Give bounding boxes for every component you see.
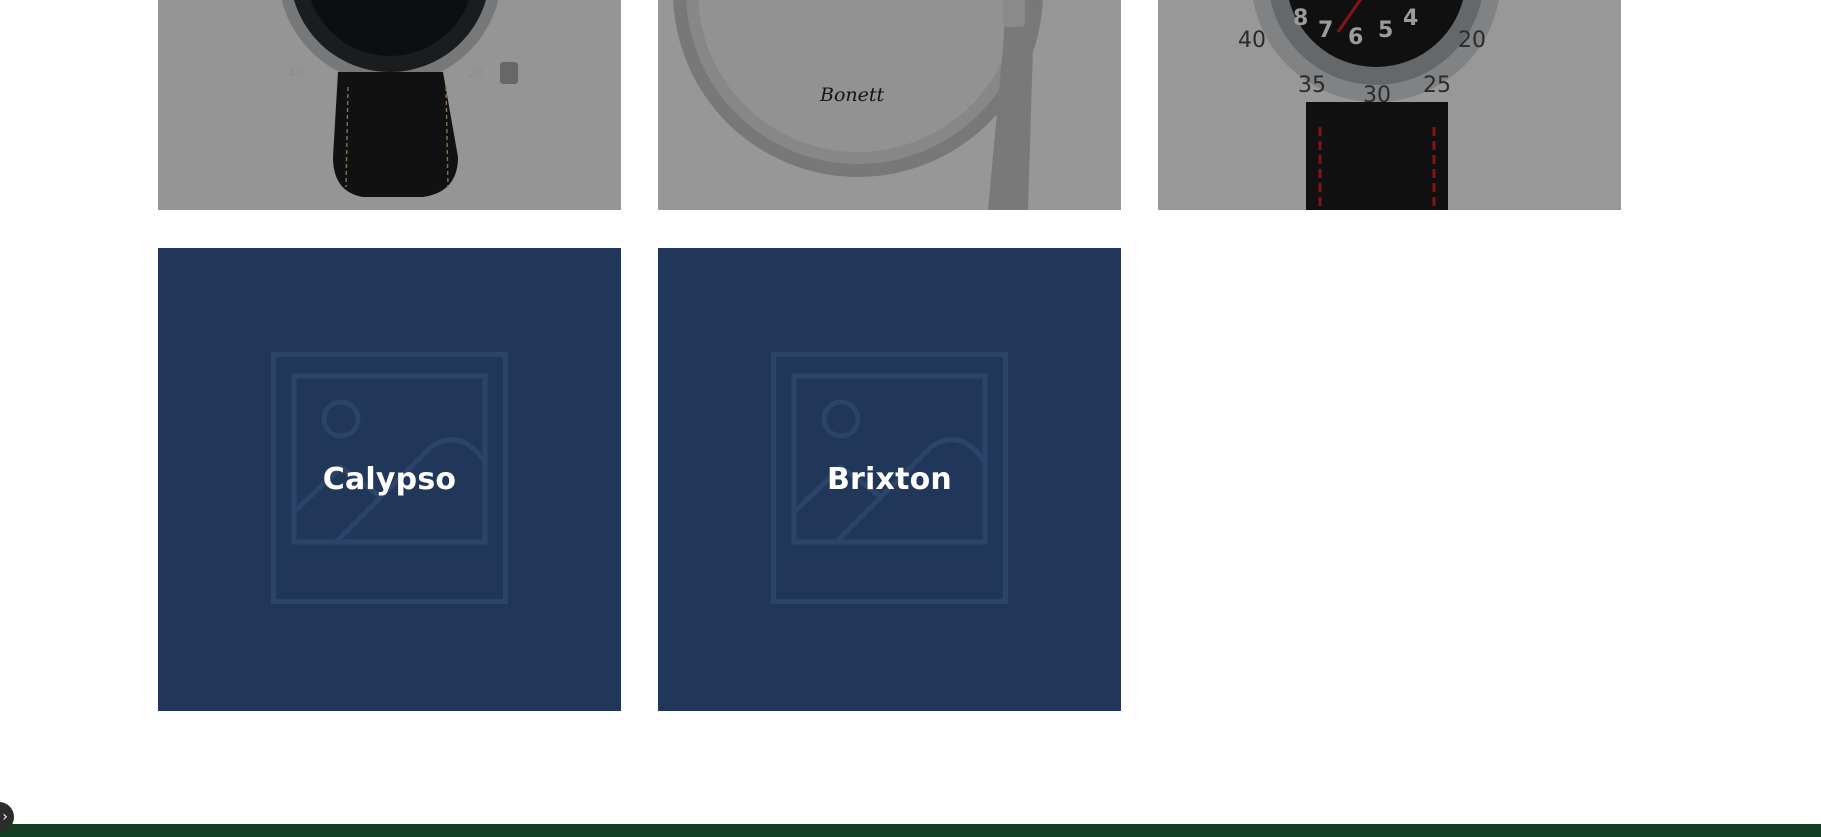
collection-card-calypso[interactable]: Calypso: [158, 248, 621, 711]
site-footer: [0, 824, 1821, 837]
chevron-icon: ›: [2, 809, 8, 825]
collection-title: [1158, 0, 1621, 210]
collection-card-chronograph-watch[interactable]: 30 30 40 20: [158, 0, 621, 210]
collection-page: 30 30 40 20 Bonett: [0, 0, 1821, 837]
collection-card-brixton[interactable]: Brixton: [658, 248, 1121, 711]
collection-card-mantel-clock[interactable]: Bonett: [658, 0, 1121, 210]
collection-title: [158, 0, 621, 210]
collection-grid: 30 30 40 20 Bonett: [158, 0, 1621, 711]
collection-title: [658, 0, 1121, 210]
collection-title: Brixton: [826, 462, 952, 497]
collection-card-diver-watch[interactable]: 8 7 6 5 4 40 20 35 30 25: [1158, 0, 1621, 210]
collection-title: Calypso: [322, 462, 457, 497]
